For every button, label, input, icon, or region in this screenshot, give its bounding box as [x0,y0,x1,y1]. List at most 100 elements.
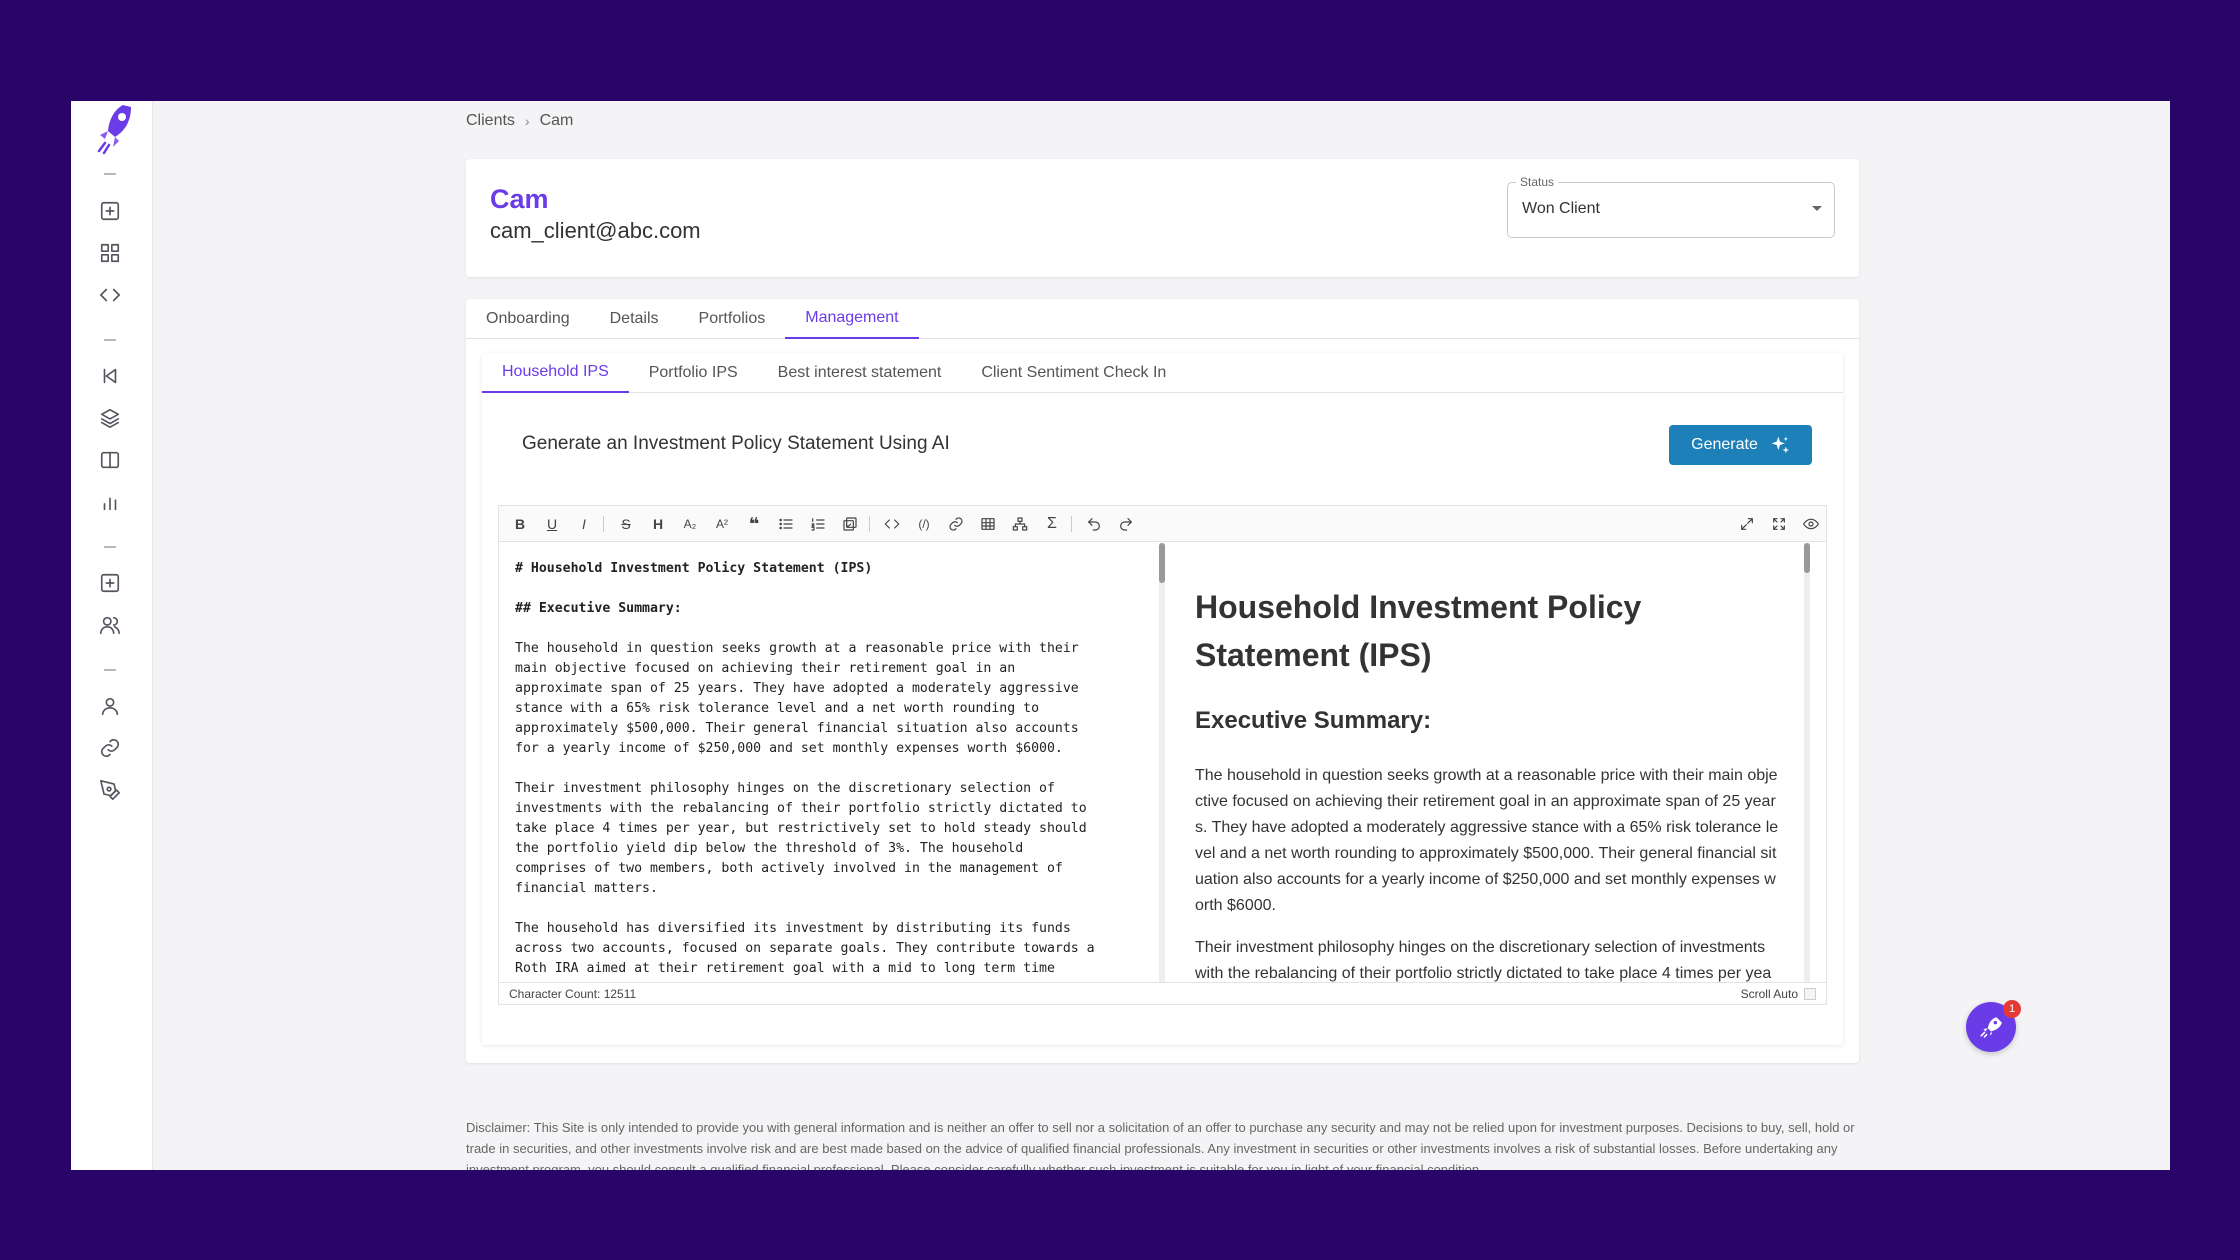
source-line [515,899,1159,919]
tab-portfolios[interactable]: Portfolios [679,299,786,339]
italic-icon[interactable]: I [573,514,595,534]
generator-title: Generate an Investment Policy Statement … [522,433,950,454]
add-box-icon[interactable] [97,570,123,596]
preview-scrollbar[interactable] [1804,543,1810,983]
bold-icon[interactable]: B [509,514,531,534]
source-line: # Household Investment Policy Statement … [515,561,873,576]
numbered-list-icon[interactable] [807,514,829,534]
status-value: Won Client [1522,200,1600,217]
sidebar-divider [104,669,116,671]
breadcrumb-current: Cam [539,112,574,129]
rocket-icon [1980,1017,2002,1038]
toolbar-divider [869,516,870,532]
source-line: Roth IRA aimed at their retirement goal … [515,961,1055,976]
skip-back-icon[interactable] [97,363,123,389]
sidebar-divider [104,339,116,341]
source-line [515,579,1159,599]
caret-down-icon [1812,206,1822,211]
toolbar-divider [603,516,604,532]
markdown-source-pane[interactable]: # Household Investment Policy Statement … [499,543,1159,983]
scroll-auto-toggle[interactable]: Scroll Auto [1741,987,1816,1001]
superscript-icon[interactable]: A² [711,514,733,534]
preview-subheading: Executive Summary: [1195,707,1432,734]
tab-onboarding[interactable]: Onboarding [466,299,590,339]
source-scrollbar[interactable] [1159,543,1165,983]
status-select[interactable]: Status Won Client [1507,175,1835,238]
table-icon[interactable] [977,514,999,534]
client-email: cam_client@abc.com [490,218,701,243]
editor-toolbar: B U I S H A₂ A² ❝ (/) Σ [499,506,1826,542]
diagram-icon[interactable] [1009,514,1031,534]
bar-chart-icon[interactable] [97,489,123,515]
breadcrumb: Clients › Cam [466,112,573,130]
rocket-logo-icon[interactable] [95,101,135,157]
notification-badge: 1 [2003,1000,2021,1018]
sub-tabs: Household IPS Portfolio IPS Best interes… [482,353,1843,393]
sparkle-icon [1771,436,1790,454]
strikethrough-icon[interactable]: S [615,514,637,534]
editor-statusbar: Character Count: 12511 Scroll Auto [499,982,1826,1004]
sidebar-divider [104,546,116,548]
breadcrumb-clients[interactable]: Clients [466,112,515,130]
source-line: approximate span of 25 years. They have … [515,681,1079,696]
source-line: across two accounts, focused on separate… [515,941,1095,956]
link-icon[interactable] [97,735,123,761]
source-line: for a yearly income of $250,000 and set … [515,741,1063,756]
source-line: financial matters. [515,881,658,896]
checklist-icon[interactable] [839,514,861,534]
subscript-icon[interactable]: A₂ [679,514,701,534]
management-card: Onboarding Details Portfolios Management… [466,299,1859,1063]
subtab-best-interest-statement[interactable]: Best interest statement [758,353,962,393]
inline-code-icon[interactable]: (/) [913,514,935,534]
scroll-auto-label: Scroll Auto [1740,987,1798,1001]
subtab-client-sentiment-check-in[interactable]: Client Sentiment Check In [961,353,1186,393]
undo-icon[interactable] [1083,514,1105,534]
source-line: approximately $500,000. Their general fi… [515,721,1079,736]
formula-icon[interactable]: Σ [1041,514,1063,534]
app-window: Clients › Cam Cam cam_client@abc.com Sta… [71,101,2170,1170]
preview-eye-icon[interactable] [1800,514,1822,534]
status-label: Status [1516,175,1559,189]
fullscreen-icon[interactable] [1768,514,1790,534]
disclaimer-text: Disclaimer: This Site is only intended t… [466,1120,1855,1170]
bullet-list-icon[interactable] [775,514,797,534]
main-content: Clients › Cam Cam cam_client@abc.com Sta… [153,101,2170,1170]
source-line: take place 4 times per year, but restric… [515,821,1087,836]
preview-heading: Household Investment Policy Statement (I… [1195,589,1642,673]
quote-icon[interactable]: ❝ [743,514,765,534]
tab-management[interactable]: Management [785,299,919,339]
subtab-household-ips[interactable]: Household IPS [482,353,629,393]
expand-icon[interactable] [1736,514,1758,534]
toolbar-divider [1071,516,1072,532]
source-line: Their investment philosophy hinges on th… [515,781,1055,796]
grid-icon[interactable] [97,240,123,266]
sidebar [71,101,153,1170]
heading-icon[interactable]: H [647,514,669,534]
code-icon[interactable] [97,282,123,308]
breadcrumb-separator: › [524,113,530,129]
link-icon[interactable] [945,514,967,534]
user-icon[interactable] [97,693,123,719]
scroll-auto-checkbox[interactable] [1804,988,1816,1000]
pen-tool-icon[interactable] [97,777,123,803]
tab-details[interactable]: Details [590,299,679,339]
markdown-preview-pane: Household Investment Policy Statement (I… [1167,543,1807,983]
source-line: stance with a 65% risk tolerance level a… [515,701,1040,716]
character-count: Character Count: 12511 [509,987,637,1001]
source-line: The household has diversified its invest… [515,921,1071,936]
source-line: investments with the rebalancing of thei… [515,801,1087,816]
underline-icon[interactable]: U [541,514,563,534]
columns-icon[interactable] [97,447,123,473]
markdown-editor: B U I S H A₂ A² ❝ (/) Σ # Household Inve… [498,505,1827,1005]
subtab-portfolio-ips[interactable]: Portfolio IPS [629,353,758,393]
redo-icon[interactable] [1115,514,1137,534]
layers-icon[interactable] [97,405,123,431]
add-box-icon[interactable] [97,198,123,224]
generate-button[interactable]: Generate [1669,425,1812,465]
source-line: ## Executive Summary: [515,601,682,616]
source-line: main objective focused on achieving thei… [515,661,1016,676]
ips-panel: Household IPS Portfolio IPS Best interes… [482,353,1843,1045]
source-line [515,759,1159,779]
code-icon[interactable] [881,514,903,534]
users-icon[interactable] [97,612,123,638]
